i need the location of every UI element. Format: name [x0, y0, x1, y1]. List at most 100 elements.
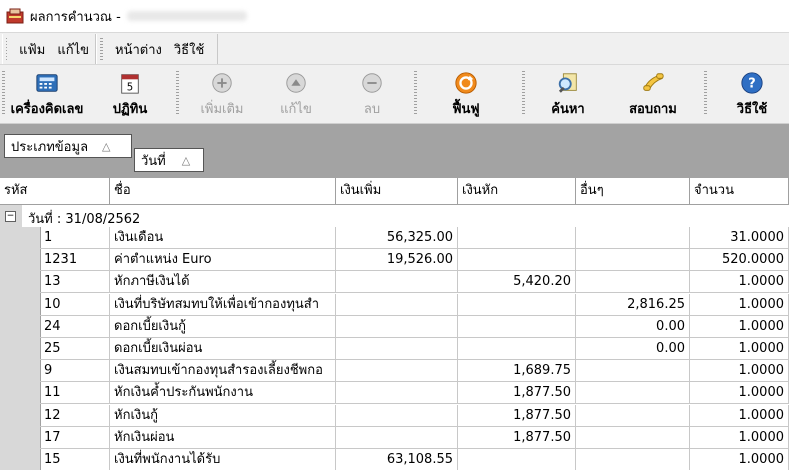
- cell-code[interactable]: 10: [40, 293, 110, 315]
- table-row[interactable]: 1 เงินเดือน 56,325.00 31.0000: [40, 227, 789, 249]
- cell-addition[interactable]: 63,108.55: [336, 449, 458, 470]
- cell-other[interactable]: [576, 382, 690, 404]
- table-row[interactable]: 11 หักเงินค้ำประกันพนักงาน 1,877.50 1.0000: [40, 382, 789, 405]
- cell-deduction[interactable]: 1,877.50: [458, 426, 576, 448]
- cell-deduction[interactable]: [458, 227, 576, 248]
- cell-code[interactable]: 1: [40, 227, 110, 248]
- cell-addition[interactable]: [336, 338, 458, 359]
- cell-amount[interactable]: 1.0000: [690, 315, 789, 337]
- cell-addition[interactable]: 56,325.00: [336, 227, 458, 248]
- menu-window[interactable]: หน้าต่าง: [109, 39, 168, 60]
- help-button[interactable]: ? วิธีใช้: [722, 69, 782, 119]
- cell-name[interactable]: ดอกเบี้ยเงินผ่อน: [110, 338, 336, 359]
- cell-name[interactable]: หักเงินค้ำประกันพนักงาน: [110, 382, 336, 404]
- cell-code[interactable]: 12: [40, 404, 110, 426]
- delete-button[interactable]: ลบ: [342, 69, 402, 119]
- cell-code[interactable]: 13: [40, 271, 110, 293]
- cell-amount[interactable]: 1.0000: [690, 426, 789, 448]
- cell-other[interactable]: [576, 449, 690, 470]
- collapse-icon[interactable]: −: [5, 211, 16, 222]
- cell-amount[interactable]: 1.0000: [690, 449, 789, 470]
- cell-deduction[interactable]: [458, 449, 576, 470]
- cell-deduction[interactable]: 1,689.75: [458, 360, 576, 382]
- cell-addition[interactable]: [336, 382, 458, 404]
- cell-name[interactable]: หักเงินผ่อน: [110, 426, 336, 448]
- cell-amount[interactable]: 520.0000: [690, 249, 789, 271]
- cell-code[interactable]: 17: [40, 426, 110, 448]
- cell-deduction[interactable]: 5,420.20: [458, 271, 576, 293]
- table-row[interactable]: 1231 ค่าตำแหน่ง Euro 19,526.00 520.0000: [40, 249, 789, 272]
- cell-name[interactable]: ดอกเบี้ยเงินกู้: [110, 315, 336, 337]
- grip-handle[interactable]: [6, 38, 8, 60]
- column-header-other[interactable]: อื่นๆ: [576, 178, 690, 204]
- cell-addition[interactable]: [336, 293, 458, 315]
- cell-addition[interactable]: [336, 360, 458, 382]
- add-button[interactable]: เพิ่มเติม: [192, 69, 252, 119]
- cell-other[interactable]: 0.00: [576, 338, 690, 359]
- cell-code[interactable]: 15: [40, 449, 110, 470]
- cell-addition[interactable]: 19,526.00: [336, 249, 458, 271]
- cell-other[interactable]: 0.00: [576, 315, 690, 337]
- menu-file[interactable]: แฟ้ม: [13, 39, 51, 60]
- cell-amount[interactable]: 31.0000: [690, 227, 789, 248]
- cell-code[interactable]: 24: [40, 315, 110, 337]
- cell-amount[interactable]: 1.0000: [690, 404, 789, 426]
- cell-code[interactable]: 11: [40, 382, 110, 404]
- cell-other[interactable]: 2,816.25: [576, 293, 690, 315]
- cell-code[interactable]: 25: [40, 338, 110, 359]
- cell-name[interactable]: เงินเดือน: [110, 227, 336, 248]
- cell-code[interactable]: 1231: [40, 249, 110, 271]
- cell-other[interactable]: [576, 227, 690, 248]
- grip-handle[interactable]: [704, 71, 707, 115]
- cell-name[interactable]: เงินที่พนักงานได้รับ: [110, 449, 336, 470]
- group-chip-datatype[interactable]: ประเภทข้อมูล △: [4, 134, 132, 158]
- cell-addition[interactable]: [336, 271, 458, 293]
- cell-name[interactable]: ค่าตำแหน่ง Euro: [110, 249, 336, 271]
- menu-edit[interactable]: แก้ไข: [51, 39, 95, 60]
- cell-other[interactable]: [576, 249, 690, 271]
- cell-other[interactable]: [576, 404, 690, 426]
- cell-other[interactable]: [576, 426, 690, 448]
- group-chip-date[interactable]: วันที่ △: [134, 148, 204, 172]
- cell-other[interactable]: [576, 271, 690, 293]
- search-button[interactable]: ค้นหา: [538, 69, 598, 119]
- table-row[interactable]: 10 เงินที่บริษัทสมทบให้เพื่อเข้ากองทุนสำ 2…: [40, 293, 789, 316]
- grip-handle[interactable]: [2, 71, 5, 115]
- cell-amount[interactable]: 1.0000: [690, 293, 789, 315]
- column-header-code[interactable]: รหัส: [0, 178, 110, 204]
- table-row[interactable]: 17 หักเงินผ่อน 1,877.50 1.0000: [40, 426, 789, 449]
- cell-amount[interactable]: 1.0000: [690, 382, 789, 404]
- cell-addition[interactable]: [336, 315, 458, 337]
- table-row[interactable]: 12 หักเงินกู้ 1,877.50 1.0000: [40, 404, 789, 427]
- edit-button[interactable]: แก้ไข: [266, 69, 326, 119]
- table-row[interactable]: 9 เงินสมทบเข้ากองทุนสำรองเลี้ยงชีพกอ 1,689…: [40, 360, 789, 383]
- cell-name[interactable]: หักเงินกู้: [110, 404, 336, 426]
- inquiry-button[interactable]: สอบถาม: [620, 69, 686, 119]
- cell-deduction[interactable]: [458, 315, 576, 337]
- grip-handle[interactable]: [176, 71, 179, 115]
- calendar-button[interactable]: 5 ปฏิทิน: [102, 69, 158, 119]
- cell-name[interactable]: หักภาษีเงินได้: [110, 271, 336, 293]
- cell-amount[interactable]: 1.0000: [690, 338, 789, 359]
- cell-code[interactable]: 9: [40, 360, 110, 382]
- table-row[interactable]: 15 เงินที่พนักงานได้รับ 63,108.55 1.0000: [40, 449, 789, 470]
- column-header-deduction[interactable]: เงินหัก: [458, 178, 576, 204]
- cell-amount[interactable]: 1.0000: [690, 360, 789, 382]
- table-row[interactable]: 24 ดอกเบี้ยเงินกู้ 0.00 1.0000: [40, 315, 789, 338]
- cell-deduction[interactable]: 1,877.50: [458, 382, 576, 404]
- cell-name[interactable]: เงินสมทบเข้ากองทุนสำรองเลี้ยงชีพกอ: [110, 360, 336, 382]
- grip-handle[interactable]: [100, 38, 103, 60]
- cell-deduction[interactable]: [458, 249, 576, 271]
- cell-deduction[interactable]: [458, 293, 576, 315]
- cell-name[interactable]: เงินที่บริษัทสมทบให้เพื่อเข้ากองทุนสำ: [110, 293, 336, 315]
- cell-addition[interactable]: [336, 404, 458, 426]
- column-header-addition[interactable]: เงินเพิ่ม: [336, 178, 458, 204]
- table-row[interactable]: 13 หักภาษีเงินได้ 5,420.20 1.0000: [40, 271, 789, 294]
- grip-handle[interactable]: [414, 71, 417, 115]
- column-header-amount[interactable]: จำนวน: [690, 178, 789, 204]
- restore-button[interactable]: ฟื้นฟู: [436, 69, 496, 119]
- column-header-name[interactable]: ชื่อ: [110, 178, 336, 204]
- cell-deduction[interactable]: [458, 338, 576, 359]
- cell-deduction[interactable]: 1,877.50: [458, 404, 576, 426]
- table-row[interactable]: 25 ดอกเบี้ยเงินผ่อน 0.00 1.0000: [40, 338, 789, 360]
